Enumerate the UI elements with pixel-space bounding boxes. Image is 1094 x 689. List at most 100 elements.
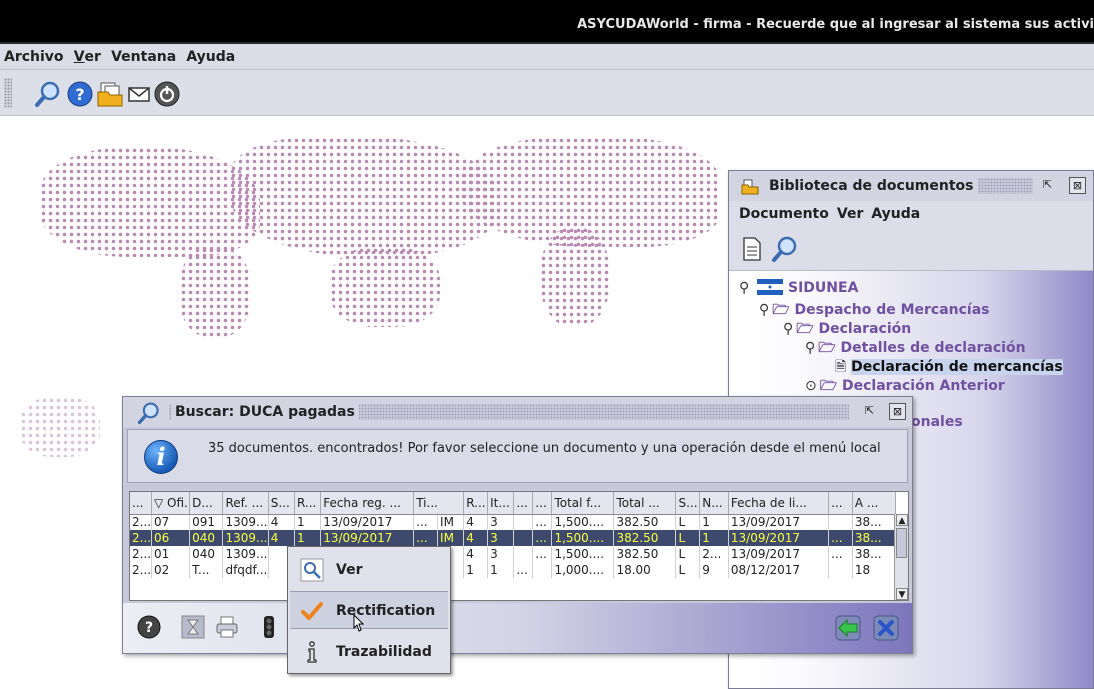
table-cell: ... (532, 514, 553, 530)
table-cell: 1 (463, 562, 489, 578)
main-toolbar: ? (0, 70, 1094, 116)
library-search-icon[interactable] (771, 235, 799, 263)
checkmark-icon (301, 602, 323, 620)
menu-item-ver[interactable]: Ver (290, 551, 448, 589)
help-icon[interactable]: ? (66, 80, 94, 108)
table-cell: ... (413, 530, 439, 546)
menu-ayuda[interactable]: Ayuda (180, 44, 235, 65)
table-row[interactable]: 2... 06 040 1309... 4 1 13/09/2017... IM 4 3... 1,… (130, 530, 897, 546)
column-header[interactable]: Fecha reg. ... (320, 492, 415, 515)
library-menu-ayuda[interactable]: Ayuda (863, 201, 920, 222)
tree-key-icon[interactable]: ⚲ (805, 340, 815, 356)
column-header[interactable]: It... (487, 492, 515, 515)
column-header[interactable]: Total f... (551, 492, 615, 515)
column-header[interactable]: ... (828, 492, 853, 515)
column-header[interactable]: S... (268, 492, 295, 515)
search-minimize-icon[interactable]: ⇱ (861, 403, 878, 420)
column-header[interactable]: ▽ Ofi... (151, 492, 191, 515)
table-cell (513, 514, 534, 530)
table-row[interactable]: 2... 07 091 1309... 4 1 13/09/2017... IM 4 3... 1,… (130, 514, 897, 530)
table-cell: 2... (130, 530, 152, 546)
main-menubar: Archivo Ver Ventana Ayuda (0, 44, 1094, 70)
tree-key-icon[interactable]: ⚲ (783, 321, 793, 337)
window-titlebar: ASYCUDAWorld - firma - Recuerde que al i… (0, 0, 1094, 44)
table-row[interactable]: 2... 01 040 1309... 4 3... 1,500.... 382.50 L 2..… (130, 546, 897, 562)
back-arrow-button[interactable] (835, 615, 861, 641)
scroll-down-icon[interactable]: ▼ (896, 588, 908, 600)
help-button[interactable]: ? (137, 615, 161, 639)
map-dots-australia (330, 247, 440, 327)
table-cell: 4 (463, 530, 489, 546)
table-cell: 13/09/2017 (728, 546, 830, 562)
tree-key-icon[interactable]: ⚲ (739, 280, 749, 296)
menu-archivo[interactable]: Archivo (0, 44, 64, 65)
scroll-thumb[interactable] (896, 528, 907, 558)
scroll-up-icon[interactable]: ▲ (896, 514, 908, 526)
table-cell: 1,500.... (551, 514, 615, 530)
table-scrollbar[interactable]: ▲ ▼ (894, 514, 908, 600)
column-header[interactable]: R... (463, 492, 489, 515)
menu-item-rectification[interactable]: Rectification (290, 591, 448, 632)
info-icon: i (144, 440, 178, 474)
tree-key-icon[interactable]: ⚲ (759, 302, 769, 318)
menu-ver-mnemonic: V (73, 49, 85, 65)
column-header[interactable]: N... (699, 492, 729, 515)
library-titlebar[interactable]: Biblioteca de documentos ⇱ ⊠ (729, 171, 1093, 201)
table-cell: 4 (463, 514, 489, 530)
table-cell: 3 (487, 546, 515, 562)
library-close-icon[interactable]: ⊠ (1069, 177, 1086, 194)
menu-item-trazabilidad[interactable]: Trazabilidad (290, 633, 448, 671)
table-cell: 4 (268, 514, 295, 530)
library-minimize-icon[interactable]: ⇱ (1039, 177, 1056, 194)
column-header[interactable]: ... (513, 492, 534, 515)
menu-ventana[interactable]: Ventana (105, 44, 176, 65)
power-icon[interactable] (153, 80, 181, 108)
library-menu-documento[interactable]: Documento (729, 201, 829, 222)
map-dots-south-america (540, 227, 610, 327)
tree-node-sidunea[interactable]: ⚲ SIDUNEA (739, 279, 858, 296)
document-icon: 🗎 (835, 359, 847, 375)
close-window-button[interactable] (873, 615, 899, 641)
column-header[interactable]: Ti... (413, 492, 465, 515)
tree-node-partial[interactable]: onales (911, 414, 963, 430)
search-icon[interactable] (34, 80, 62, 108)
column-header[interactable]: Fecha de li... (728, 492, 830, 515)
search-close-icon[interactable]: ⊠ (889, 403, 906, 420)
menu-ver[interactable]: Ver (68, 44, 101, 65)
tree-expand-icon[interactable]: ⊙ (805, 378, 817, 394)
table-cell: IM (437, 514, 465, 530)
toolbar-grip[interactable] (4, 78, 12, 108)
map-dots-americas-south (180, 247, 250, 337)
column-header[interactable]: D... (189, 492, 224, 515)
library-menu-ver[interactable]: Ver (829, 201, 863, 222)
mail-icon[interactable] (125, 80, 153, 108)
info-panel: i 35 documentos. encontrados! Por favor … (127, 429, 908, 483)
table-cell (513, 530, 534, 546)
column-header[interactable]: ... (532, 492, 553, 515)
table-cell: 1309... (222, 546, 269, 562)
search-title: Buscar: DUCA pagadas (171, 404, 359, 420)
table-cell: L (675, 514, 701, 530)
traffic-light-button[interactable] (257, 615, 281, 639)
folder-open-icon: 🗁 (772, 302, 790, 318)
table-cell: 9 (699, 562, 729, 578)
table-cell: ... (828, 546, 853, 562)
column-header[interactable]: ... (130, 492, 152, 515)
column-header[interactable]: A ... (852, 492, 897, 515)
print-button[interactable] (215, 615, 239, 639)
search-titlebar[interactable]: Buscar: DUCA pagadas ⇱ ⊠ (123, 397, 912, 427)
hourglass-button[interactable] (181, 615, 205, 639)
column-header[interactable]: Total ... (613, 492, 677, 515)
column-header[interactable]: R... (294, 492, 322, 515)
new-document-icon[interactable] (741, 237, 763, 261)
table-cell: 1 (699, 514, 729, 530)
column-header[interactable]: Ref. ... (222, 492, 269, 515)
column-header[interactable]: S... (675, 492, 701, 515)
table-cell: 1309... (222, 514, 269, 530)
folder-docs-icon[interactable] (96, 80, 124, 108)
table-row[interactable]: 2...02T...dfqdf...C11...1,000....18.00L9… (130, 562, 897, 578)
table-cell (513, 546, 534, 562)
flag-icon (757, 279, 784, 295)
table-cell: 4 (268, 530, 295, 546)
menu-ver-rest: er (84, 49, 101, 65)
